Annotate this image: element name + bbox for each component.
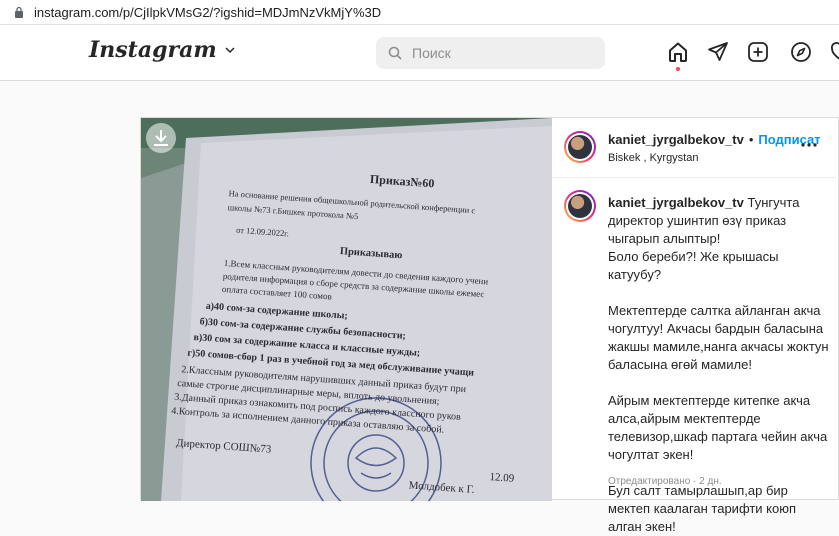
post-edited-time: Отредактировано · 2 дн. (608, 476, 722, 487)
top-navigation: Instagram (0, 25, 839, 81)
caption-line: Айрым мектептерде китепке акча алса,айры… (608, 393, 828, 462)
doc-date: 12.09 (489, 471, 515, 485)
username-link[interactable]: kaniet_jyrgalbekov_tv (608, 132, 744, 147)
direct-message-icon[interactable] (707, 41, 729, 63)
separator-dot: • (748, 132, 754, 147)
avatar[interactable] (564, 131, 596, 163)
caption-avatar[interactable] (564, 190, 596, 222)
home-icon[interactable] (667, 41, 689, 63)
search-input[interactable] (412, 45, 582, 61)
url-text[interactable]: instagram.com/p/CjIlpkVMsG2/?igshid=MDJm… (34, 5, 381, 20)
download-button[interactable] (146, 123, 176, 153)
post-card: Приказ№60 На основание решения общешколь… (140, 117, 839, 534)
download-icon (154, 130, 168, 146)
location-link[interactable]: Biskek , Kyrgystan (608, 152, 698, 164)
activity-heart-icon[interactable] (830, 41, 839, 63)
explore-icon[interactable] (790, 41, 812, 63)
new-post-icon[interactable] (747, 41, 769, 63)
notification-dot (676, 67, 680, 71)
chevron-down-icon[interactable] (225, 45, 235, 55)
more-options-icon[interactable] (800, 142, 818, 148)
search-box[interactable] (376, 37, 605, 69)
search-icon (388, 46, 402, 60)
lock-icon (15, 6, 23, 18)
post-sidebar: kaniet_jyrgalbekov_tv • Подписат Biskek … (552, 118, 839, 534)
caption-line: Бул салт тамырлашып,ар бир мектеп каалаг… (608, 483, 797, 534)
logo-text: Instagram (89, 37, 217, 63)
post-photo[interactable]: Приказ№60 На основание решения общешколь… (141, 118, 552, 501)
caption-username[interactable]: kaniet_jyrgalbekov_tv (608, 195, 744, 210)
instagram-logo[interactable]: Instagram (89, 37, 235, 63)
caption-line: Мектептерде салтка айланган акча чогулту… (608, 303, 829, 372)
post-header: kaniet_jyrgalbekov_tv • Подписат Biskek … (552, 118, 839, 178)
caption-line: Боло береби?! Же крышасы катуубу? (608, 249, 779, 282)
browser-address-bar[interactable]: instagram.com/p/CjIlpkVMsG2/?igshid=MDJm… (0, 0, 839, 25)
